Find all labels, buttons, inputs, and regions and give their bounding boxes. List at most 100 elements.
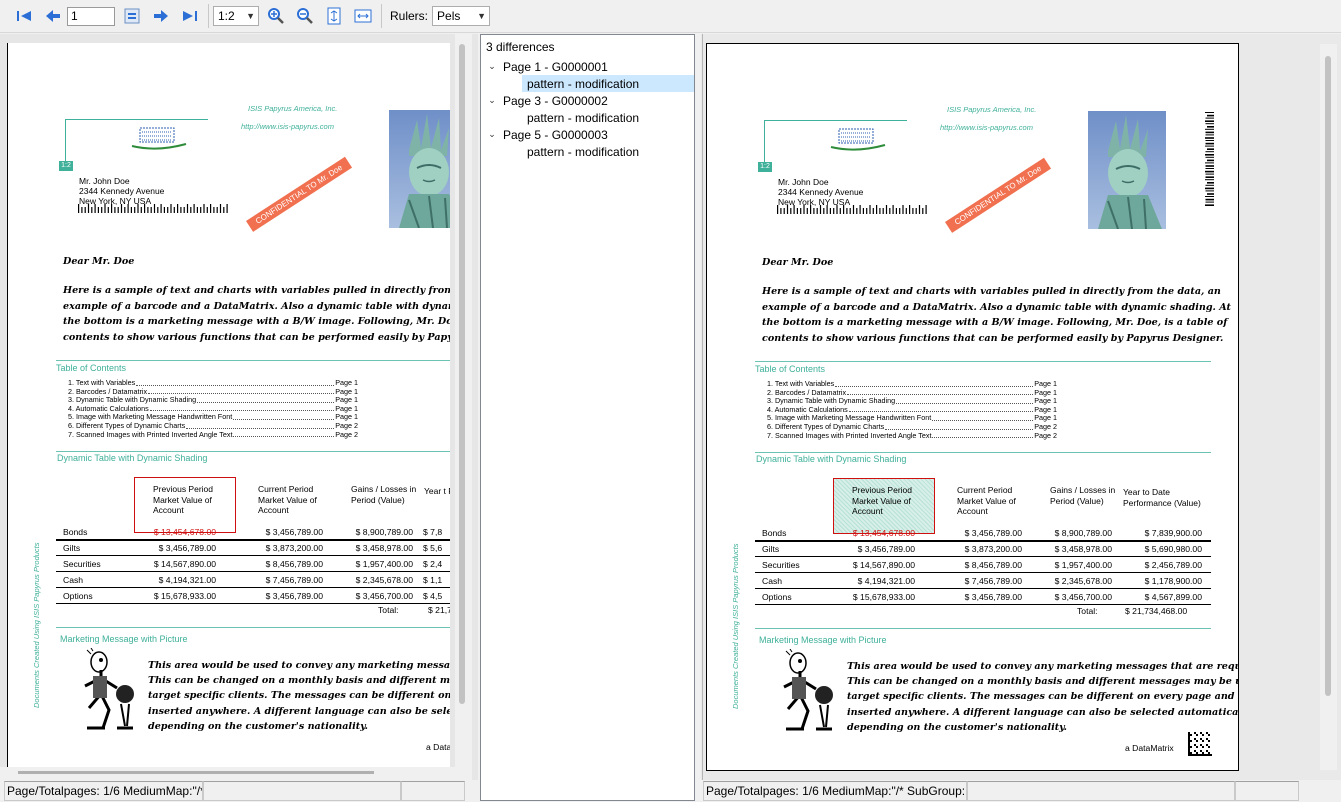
table-cell: $ 3,456,789.00 (964, 591, 1022, 602)
body-line: example of a barcode and a DataMatrix. A… (63, 300, 450, 312)
table-cell: $ 14,567,890.00 (153, 558, 216, 569)
right-document: ISIS Papyrus America, Inc. http://www.isi… (707, 44, 1239, 770)
vertical-barcode (1205, 112, 1214, 206)
header-line-vertical (65, 119, 66, 161)
table-cell: $ 3,456,789.00 (265, 526, 323, 537)
tree-page-label: Page 3 - G0000002 (503, 93, 608, 108)
table-row: Securities $ 14,567,890.00 $ 8,456,789.00 $… (707, 557, 1227, 572)
table-cell: $ 3,456,700.00 (1054, 591, 1112, 602)
table-cell: $ 15,678,933.00 (852, 591, 915, 602)
body-line: Here is a sample of text and charts with… (63, 285, 450, 296)
datamatrix-code (1188, 732, 1212, 756)
marketing-line: inserted anywhere. A different language … (148, 705, 450, 717)
table-cell: $ 13,454,678.00 (153, 526, 216, 537)
left-horizontal-scrollbar[interactable] (0, 767, 455, 780)
chevron-down-icon[interactable]: ⌄ (486, 129, 498, 140)
left-hscroll-thumb[interactable] (18, 771, 374, 774)
chevron-down-icon[interactable]: ⌄ (486, 95, 498, 106)
section-rule (755, 452, 1211, 453)
cartoon-man-image (783, 649, 833, 731)
table-cell: $ 2,345,678.00 (1054, 575, 1112, 586)
left-status-bar: Page/Totalpages: 1/6 MediumMap:"/* S (4, 781, 476, 801)
table-header: Year t Perform (Value) (424, 486, 450, 496)
table-cell: $ 3,873,200.00 (265, 542, 323, 553)
left-vertical-scrollbar[interactable] (455, 34, 472, 780)
table-cell: $ 2,345,678.00 (355, 574, 413, 585)
next-page-button[interactable] (149, 4, 173, 28)
table-cell: $ 1,957,400.00 (355, 558, 413, 569)
goto-page-button[interactable] (120, 4, 144, 28)
marketing-line: This can be changed on a monthly basis a… (148, 675, 450, 687)
table-cell: $ 4,5 (423, 590, 443, 601)
toc-dots (197, 396, 335, 403)
fit-page-button[interactable] (322, 4, 346, 28)
last-page-button[interactable] (178, 4, 202, 28)
table-cell: Bonds (63, 526, 88, 537)
vertical-side-text: Documents Created Using ISIS Papyrus Pro… (731, 543, 740, 710)
first-page-button[interactable] (12, 4, 36, 28)
right-vertical-scrollbar[interactable] (1320, 44, 1337, 770)
previous-page-button[interactable] (41, 4, 65, 28)
table-cell: $ 7,8 (423, 526, 443, 537)
fit-page-icon (327, 7, 341, 25)
body-line: example of a barcode and a DataMatrix. A… (762, 301, 1231, 313)
vertical-side-text: Documents Created Using ISIS Papyrus Pro… (32, 542, 41, 709)
tree-page-node[interactable]: ⌄ Page 1 - G0000001 (486, 58, 608, 75)
toc-dots (233, 431, 335, 438)
company-name: ISIS Papyrus America, Inc. (248, 104, 338, 113)
company-url: http://www.isis-papyrus.com (241, 122, 334, 131)
toc-dots (149, 405, 335, 412)
tree-page-node[interactable]: ⌄ Page 5 - G0000003 (486, 126, 608, 143)
toc-title: Table of Contents (56, 363, 127, 373)
table-header-shaded: Previous Period Market Value of Account (852, 485, 913, 516)
tree-page-node[interactable]: ⌄ Page 3 - G0000002 (486, 92, 608, 109)
table-header: Current Period Market Value of Account (957, 485, 1016, 516)
dyn-table-title: Dynamic Table with Dynamic Shading (57, 453, 208, 463)
left-document-pane[interactable]: ISIS Papyrus America, Inc. http://www.isi… (0, 34, 478, 780)
table-header: Gains / Losses in Period (Value) (351, 484, 417, 505)
toc-item: 7. Scanned Images with Printed Inverted … (68, 430, 358, 440)
zoom-select[interactable]: 1:2 ▼ (213, 6, 259, 26)
tree-root[interactable]: 3 differences (486, 38, 555, 55)
table-cell: $ 7,456,789.00 (265, 574, 323, 585)
tree-diff-item[interactable]: pattern - modification (522, 143, 694, 160)
left-status-cell (401, 781, 465, 801)
right-scroll-thumb[interactable] (1325, 56, 1331, 696)
table-header: Current Period Market Value of Account (258, 484, 317, 515)
marketing-line: depending on the customer's nationality. (847, 721, 1067, 733)
table-header: Year to Date Performance (Value) (1123, 487, 1201, 508)
right-status-text: Page/Totalpages: 1/6 MediumMap:"/* SubGr… (703, 781, 967, 801)
table-cell: $ 1,957,400.00 (1054, 559, 1112, 570)
section-rule (755, 361, 1211, 362)
goto-page-icon (124, 8, 140, 24)
table-cell: Securities (63, 558, 101, 569)
tree-diff-item[interactable]: pattern - modification (522, 109, 694, 126)
table-cell: $ 8,456,789.00 (964, 559, 1022, 570)
table-cell: Cash (63, 574, 84, 585)
marketing-line: target specific clients. The messages ca… (847, 691, 1239, 703)
left-scroll-thumb[interactable] (459, 44, 465, 704)
marketing-title: Marketing Message with Picture (759, 635, 887, 645)
right-status-bar: Page/Totalpages: 1/6 MediumMap:"/* SubGr… (703, 781, 1339, 801)
right-document-pane[interactable]: ISIS Papyrus America, Inc. http://www.isi… (701, 34, 1341, 780)
header-line (65, 119, 208, 120)
page-number-input[interactable] (67, 6, 115, 26)
zoom-in-button[interactable] (264, 4, 288, 28)
arrow-right-icon (154, 10, 168, 22)
tree-root-label: 3 differences (486, 39, 555, 54)
toc-dots (148, 388, 335, 395)
total-label: Total: (378, 605, 399, 615)
tree-diff-item[interactable]: pattern - modification (522, 75, 694, 92)
toc-item-page: Page 2 (1034, 430, 1057, 440)
toc-item: 7. Scanned Images with Printed Inverted … (767, 430, 1057, 441)
table-cell: $ 3,873,200.00 (964, 543, 1022, 554)
rulers-select[interactable]: Pels ▼ (432, 6, 491, 26)
zoom-out-button[interactable] (293, 4, 317, 28)
table-cell: $ 2,4 (423, 558, 443, 569)
chevron-down-icon[interactable]: ⌄ (486, 61, 498, 72)
greeting: Dear Mr. Doe (63, 256, 135, 267)
fit-width-button[interactable] (351, 4, 375, 28)
differences-tree[interactable]: 3 differences ⌄ Page 1 - G0000001 patter… (480, 34, 695, 801)
table-row: Gilts $ 3,456,789.00 $ 3,873,200.00 $ 3,458… (707, 541, 1227, 556)
toc-dots (136, 379, 335, 386)
